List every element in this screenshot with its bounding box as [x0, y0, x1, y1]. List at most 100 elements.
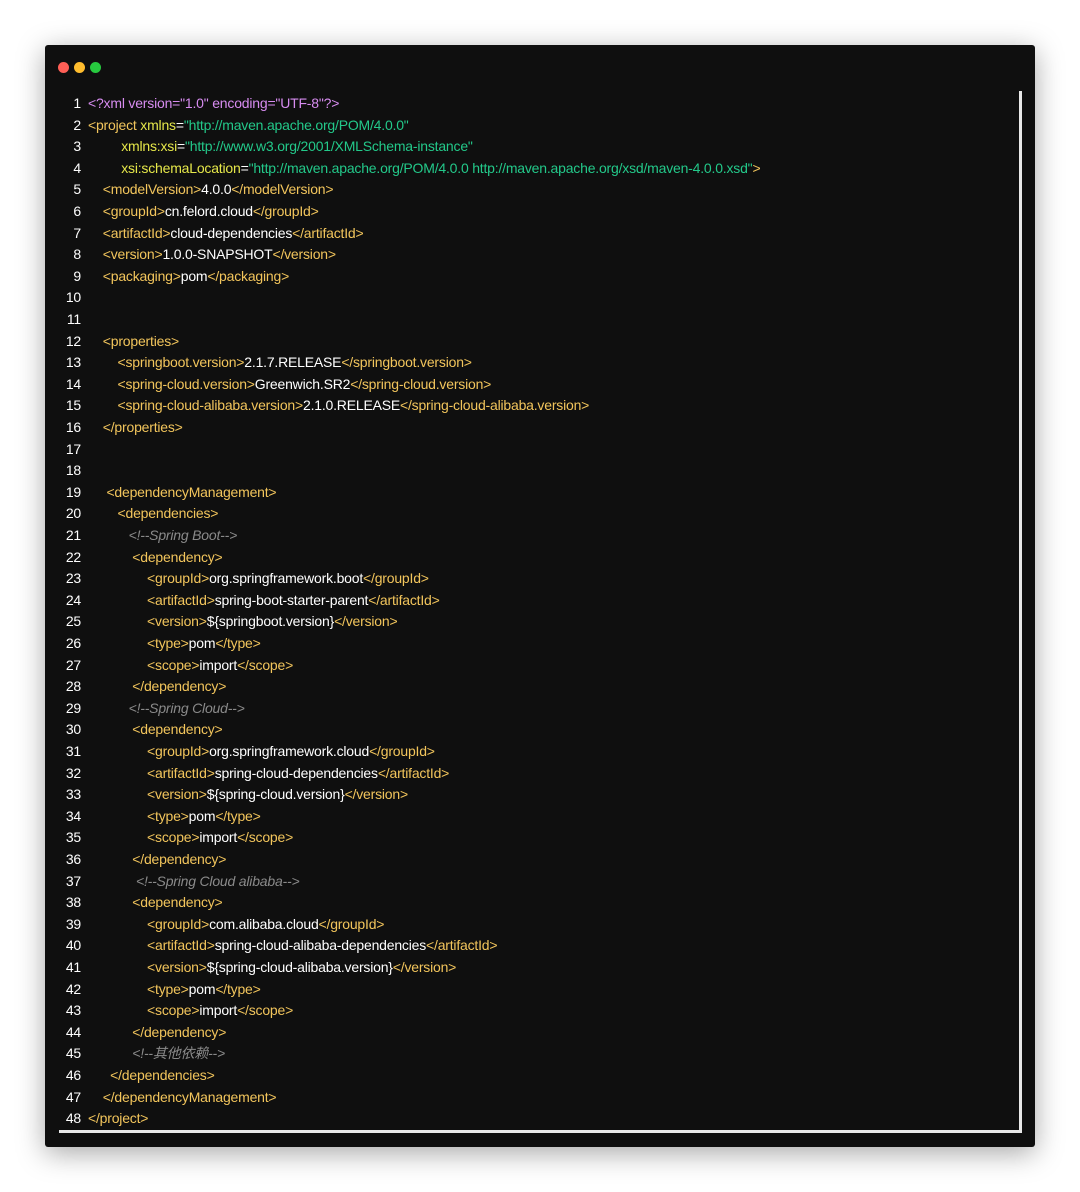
code-token: <version>	[147, 786, 207, 803]
code-token: "http://www.w3.org/2001/XMLSchema-instan…	[184, 138, 473, 155]
code-token: <project	[88, 116, 141, 133]
code-token: <spring-cloud-alibaba.version>	[117, 397, 304, 414]
code-line: 47 </dependencyManagement>	[45, 1087, 1005, 1109]
minimize-dot-icon[interactable]	[74, 62, 85, 73]
code-token: <type>	[147, 635, 189, 651]
code-window: 1 <?xml version="1.0" encoding="UTF-8"?> 2…	[45, 45, 1035, 1147]
line-number: 47	[65, 1088, 81, 1105]
code-token: import	[199, 1002, 238, 1019]
code-token: </dependencyManagement>	[102, 1088, 277, 1105]
code-token: Greenwich.SR2	[254, 375, 351, 392]
code-line: 22 <dependency>	[45, 547, 1005, 569]
line-number: 4	[73, 159, 81, 176]
code-line: 38 <dependency>	[45, 892, 1005, 914]
code-token: "http://maven.apache.org/POM/4.0.0 http:…	[248, 159, 753, 176]
code-token: spring-cloud-dependencies	[214, 764, 378, 781]
line-number: 12	[65, 332, 81, 349]
code-token: </type>	[215, 980, 261, 997]
code-line: 26 <type>pom</type>	[45, 633, 1005, 655]
code-token: ${spring-cloud-alibaba.version}	[206, 959, 393, 975]
line-number: 34	[65, 807, 81, 824]
line-number: 30	[65, 721, 81, 738]
code-token: </type>	[215, 635, 261, 651]
code-token: 2.1.7.RELEASE	[244, 354, 342, 371]
code-token: <!--Spring Cloud alibaba-->	[135, 872, 300, 889]
line-number: 42	[65, 980, 81, 997]
code-token: 4.0.0	[201, 181, 232, 198]
code-token: </scope>	[237, 1002, 294, 1019]
line-number: 43	[65, 1002, 81, 1019]
code-line: 7 <artifactId>cloud-dependencies</artifa…	[45, 223, 1005, 245]
code-line: 8 <version>1.0.0-SNAPSHOT</version>	[45, 244, 1005, 266]
code-token: </groupId>	[369, 743, 435, 759]
line-number: 7	[73, 224, 81, 241]
horizontal-scrollbar[interactable]	[59, 1130, 1021, 1133]
code-line: 5 <modelVersion>4.0.0</modelVersion>	[45, 179, 1005, 201]
code-token: =	[240, 159, 249, 176]
line-number: 46	[65, 1067, 81, 1083]
line-number: 22	[65, 548, 81, 565]
code-token: import	[199, 829, 238, 846]
vertical-scrollbar[interactable]	[1019, 91, 1022, 1133]
line-number: 17	[65, 440, 81, 457]
code-token: xmlns	[140, 116, 176, 133]
line-number: 14	[65, 375, 81, 392]
code-token: xsi:schemaLocation	[121, 159, 241, 176]
close-dot-icon[interactable]	[58, 62, 69, 73]
code-token: <!--Spring Cloud-->	[128, 699, 245, 716]
code-line: 14 <spring-cloud.version>Greenwich.SR2</…	[45, 374, 1005, 396]
code-token: <artifactId>	[147, 591, 215, 608]
code-token: spring-boot-starter-parent	[214, 591, 369, 608]
code-editor[interactable]: 1 <?xml version="1.0" encoding="UTF-8"?> 2…	[45, 93, 1020, 1132]
code-token: </artifactId>	[292, 224, 364, 241]
code-token: </scope>	[237, 829, 294, 846]
code-token: <groupId>	[102, 203, 165, 219]
line-number: 2	[73, 116, 81, 133]
code-line: 32 <artifactId>spring-cloud-dependencies…	[45, 763, 1005, 785]
code-line: 23 <groupId>org.springframework.boot</gr…	[45, 568, 1005, 590]
code-line: 46 </dependencies>	[45, 1065, 1005, 1087]
code-token: pom	[188, 980, 216, 997]
code-token: =	[175, 116, 184, 133]
code-line: 2 <project xmlns="http://maven.apache.org…	[45, 115, 1005, 137]
code-token: <groupId>	[147, 743, 210, 759]
code-line: 45 <!--其他依赖-->	[45, 1043, 1005, 1065]
line-number: 39	[65, 915, 81, 932]
line-number: 9	[73, 267, 81, 284]
maximize-dot-icon[interactable]	[90, 62, 101, 73]
code-line: 29 <!--Spring Cloud-->	[45, 698, 1005, 720]
code-token: <scope>	[147, 829, 200, 846]
line-number: 13	[65, 354, 81, 371]
line-number: 23	[65, 570, 81, 587]
line-number: 5	[73, 181, 81, 198]
code-token: ${springboot.version}	[206, 613, 335, 630]
line-number: 3	[73, 138, 81, 155]
line-number: 21	[65, 527, 81, 543]
code-token: <type>	[147, 807, 189, 824]
code-line: 13 <springboot.version>2.1.7.RELEASE</sp…	[45, 352, 1005, 374]
code-token: <artifactId>	[147, 937, 215, 954]
code-token: </packaging>	[207, 267, 290, 284]
code-token: <artifactId>	[147, 764, 215, 781]
code-token: </dependency>	[132, 678, 227, 695]
